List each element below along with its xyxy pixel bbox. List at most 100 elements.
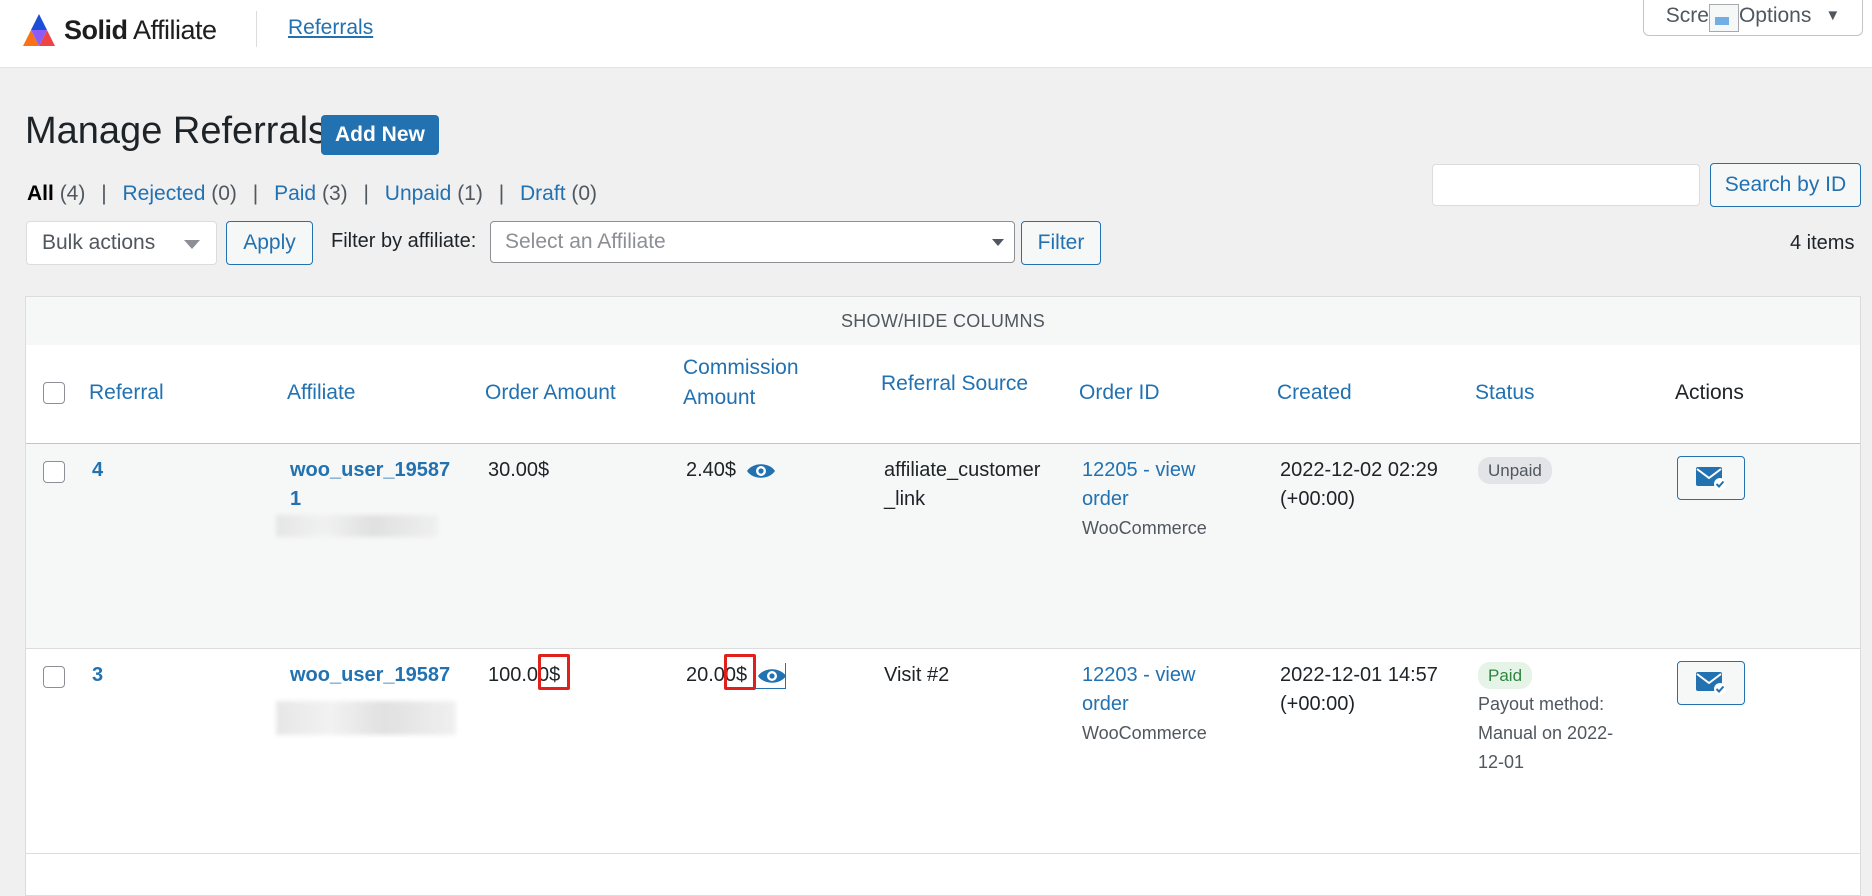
referral-id-link[interactable]: 3 xyxy=(92,661,103,690)
order-platform: WooCommerce xyxy=(1082,723,1207,743)
status-filter-links: All (4) | Rejected (0) | Paid (3) | Unpa… xyxy=(27,182,597,206)
created-date-line1: 2022-12-01 14:57 xyxy=(1280,664,1438,686)
status-cell: Unpaid xyxy=(1478,456,1552,485)
bulk-actions-value: Bulk actions xyxy=(42,231,156,254)
nav-link-referrals[interactable]: Referrals xyxy=(288,16,373,40)
affiliate-link-line1: woo_user_19587 xyxy=(290,459,451,481)
mark-paid-button[interactable] xyxy=(1677,456,1745,500)
column-commission-amount[interactable]: Commission Amount xyxy=(683,353,799,413)
affiliate-select[interactable]: Select an Affiliate xyxy=(490,221,1015,263)
chevron-down-icon xyxy=(992,239,1004,246)
screen-options-label-left: Scre xyxy=(1665,3,1709,27)
chevron-down-icon xyxy=(184,240,200,249)
view-order-line1: 12205 - view xyxy=(1082,459,1196,481)
apply-button[interactable]: Apply xyxy=(226,221,313,265)
view-order-line1: 12203 - view xyxy=(1082,664,1196,686)
filter-all[interactable]: All xyxy=(27,182,54,205)
order-amount: 30.00$ xyxy=(488,459,550,481)
status-badge: Paid xyxy=(1478,662,1533,689)
search-input[interactable] xyxy=(1432,164,1700,206)
table-row: 4 woo_user_19587 1 30.00$ 2.40$ affiliat… xyxy=(26,444,1860,649)
table-header: Referral Affiliate Order Amount Commissi… xyxy=(26,345,1860,444)
envelope-check-icon xyxy=(1696,672,1726,695)
broken-image-icon xyxy=(1708,3,1739,32)
column-referral[interactable]: Referral xyxy=(89,378,164,408)
created-date: 2022-12-01 14:57 (+00:00) xyxy=(1280,661,1438,719)
referral-source: Visit #2 xyxy=(884,664,950,686)
filter-by-affiliate-label: Filter by affiliate: xyxy=(331,230,477,252)
items-count: 4 items xyxy=(1790,232,1855,254)
column-affiliate[interactable]: Affiliate xyxy=(287,378,356,408)
solid-affiliate-logo[interactable]: Solid Affiliate xyxy=(20,12,217,48)
envelope-check-icon xyxy=(1696,467,1726,490)
filter-all-count: (4) xyxy=(59,182,86,205)
created-date-line2: (+00:00) xyxy=(1280,693,1356,715)
view-order-link[interactable]: 12205 - view order xyxy=(1082,459,1195,510)
solid-affiliate-logo-icon xyxy=(23,14,55,46)
column-created[interactable]: Created xyxy=(1277,378,1352,408)
separator: | xyxy=(252,182,259,205)
commission-value: 2.40$ xyxy=(686,459,737,481)
redacted-email xyxy=(276,515,438,537)
divider xyxy=(256,11,257,47)
filter-unpaid-count: (1) xyxy=(457,182,483,205)
filter-draft[interactable]: Draft xyxy=(520,182,566,205)
bulk-actions-select[interactable]: Bulk actions xyxy=(26,221,217,265)
order-platform: WooCommerce xyxy=(1082,518,1207,538)
caret-down-icon: ▼ xyxy=(1825,7,1841,24)
payout-line2: Manual on 2022- xyxy=(1478,723,1614,743)
created-date: 2022-12-02 02:29 (+00:00) xyxy=(1280,456,1438,514)
search-by-id-button[interactable]: Search by ID xyxy=(1710,163,1861,207)
filter-draft-count: (0) xyxy=(571,182,598,205)
highlight-box xyxy=(724,654,756,690)
row-checkbox[interactable] xyxy=(43,666,65,688)
affiliate-link-line1: woo_user_19587 xyxy=(290,664,451,686)
page-title: Manage Referrals xyxy=(25,110,328,152)
referral-id-link[interactable]: 4 xyxy=(92,456,103,485)
column-status[interactable]: Status xyxy=(1475,378,1535,408)
filter-rejected-count: (0) xyxy=(211,182,237,205)
redacted-email xyxy=(276,701,456,735)
show-hide-columns-toggle[interactable]: SHOW/HIDE COLUMNS xyxy=(26,297,1860,346)
row-checkbox[interactable] xyxy=(43,461,65,483)
column-actions: Actions xyxy=(1675,381,1744,404)
status-badge: Unpaid xyxy=(1478,457,1552,484)
filter-paid-count: (3) xyxy=(321,182,348,205)
mark-paid-button[interactable] xyxy=(1677,661,1745,705)
separator: | xyxy=(363,182,369,205)
referral-source-line2: _link xyxy=(884,488,926,510)
separator: | xyxy=(498,182,505,205)
status-cell: Paid Payout method: Manual on 2022- 12-0… xyxy=(1478,661,1613,777)
filter-paid[interactable]: Paid xyxy=(274,182,316,205)
created-date-line1: 2022-12-02 02:29 xyxy=(1280,459,1438,481)
order-id: 12203 - view order WooCommerce xyxy=(1082,661,1207,748)
image-frame xyxy=(754,663,786,689)
view-order-link[interactable]: 12203 - view order xyxy=(1082,664,1195,715)
commission-amount: 2.40$ xyxy=(686,456,776,485)
screen-options-button[interactable]: Scre Options ▼ xyxy=(1643,0,1863,36)
affiliate-link[interactable]: woo_user_19587 xyxy=(290,661,460,690)
filter-button[interactable]: Filter xyxy=(1021,221,1101,265)
column-commission-line1: Commission xyxy=(683,356,799,379)
payout-line3: 12-01 xyxy=(1478,752,1525,772)
column-commission-line2: Amount xyxy=(683,386,756,409)
column-referral-source[interactable]: Referral Source xyxy=(881,369,1028,399)
order-id: 12205 - view order WooCommerce xyxy=(1082,456,1207,543)
referral-source: affiliate_customer _link xyxy=(884,456,1040,514)
affiliate-select-placeholder: Select an Affiliate xyxy=(505,230,666,253)
eye-icon[interactable] xyxy=(746,461,776,481)
filter-unpaid[interactable]: Unpaid xyxy=(385,182,452,205)
column-order-id[interactable]: Order ID xyxy=(1079,378,1160,408)
screen-options-label-right: Options xyxy=(1738,3,1812,27)
payout-line1: Payout method: xyxy=(1478,694,1605,714)
select-all-checkbox[interactable] xyxy=(43,382,65,404)
affiliate-link[interactable]: woo_user_19587 1 xyxy=(290,456,460,514)
add-new-button[interactable]: Add New xyxy=(321,115,439,155)
view-order-line2: order xyxy=(1082,488,1129,510)
created-date-line2: (+00:00) xyxy=(1280,488,1356,510)
affiliate-link-line2: 1 xyxy=(290,488,302,510)
filter-rejected[interactable]: Rejected xyxy=(123,182,206,205)
top-bar: Solid Affiliate Referrals Scre Options ▼ xyxy=(0,0,1872,68)
column-order-amount[interactable]: Order Amount xyxy=(485,378,616,408)
referral-source-line1: affiliate_customer xyxy=(884,459,1041,481)
